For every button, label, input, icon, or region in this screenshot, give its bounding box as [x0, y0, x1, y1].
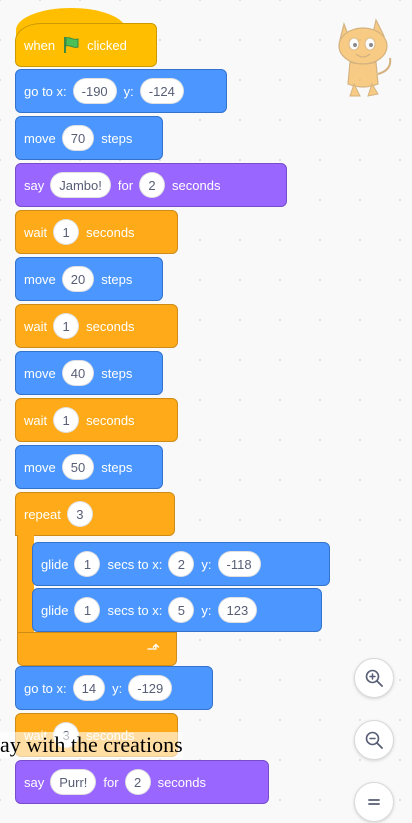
zoom-in-icon	[365, 669, 383, 687]
zoom-reset-button[interactable]	[354, 782, 394, 822]
zoom-in-button[interactable]	[354, 658, 394, 698]
glide-to-xy-block[interactable]: glide 1 secs to x: 2 y: -118	[32, 542, 330, 586]
when-flag-clicked-block[interactable]: when clicked	[15, 8, 157, 67]
for-label: for	[117, 177, 134, 193]
y-label: y:	[201, 602, 212, 618]
go-to-label: go to x:	[24, 83, 67, 99]
seconds-label: seconds	[86, 318, 135, 334]
move-label: move	[24, 271, 56, 287]
wait-label: wait	[24, 412, 48, 428]
for-label: for	[103, 774, 119, 790]
seconds-label: seconds	[86, 412, 135, 428]
go-to-xy-block[interactable]: go to x: 14 y: -129	[15, 666, 213, 710]
wait-label: wait	[24, 224, 48, 240]
x-input[interactable]: 14	[72, 675, 106, 701]
repeat-block[interactable]: repeat 3	[15, 492, 175, 536]
repeat-label: repeat	[24, 506, 61, 522]
move-label: move	[24, 365, 56, 381]
secs-input[interactable]: 2	[124, 769, 151, 795]
x-input[interactable]: -190	[72, 78, 117, 104]
glide-secs-input[interactable]: 1	[74, 551, 101, 577]
when-label: when	[24, 37, 56, 53]
secs-input[interactable]: 2	[139, 172, 166, 198]
secs-to-x-label: secs to x:	[107, 602, 163, 618]
secs-to-x-label: secs to x:	[107, 556, 163, 572]
message-input[interactable]: Jambo!	[50, 172, 111, 198]
zoom-out-button[interactable]	[354, 720, 394, 760]
say-for-secs-block[interactable]: say Purr! for 2 seconds	[15, 760, 269, 804]
go-to-label: go to x:	[24, 680, 67, 696]
seconds-label: seconds	[157, 774, 206, 790]
zoom-reset-icon	[368, 799, 380, 805]
y-input[interactable]: -129	[128, 675, 173, 701]
y-input[interactable]: -124	[139, 78, 184, 104]
glide-label: glide	[41, 556, 69, 572]
y-label: y:	[112, 680, 123, 696]
green-flag-icon	[64, 37, 79, 53]
say-label: say	[24, 177, 45, 193]
move-steps-block[interactable]: move 70 steps	[15, 116, 163, 160]
loop-arrow-icon: ⬏	[146, 641, 160, 658]
wait-input[interactable]: 1	[53, 313, 80, 339]
steps-input[interactable]: 40	[61, 360, 95, 386]
move-steps-block[interactable]: move 40 steps	[15, 351, 163, 395]
repeat-count-input[interactable]: 3	[66, 501, 93, 527]
steps-label: steps	[101, 271, 133, 287]
go-to-xy-block[interactable]: go to x: -190 y: -124	[15, 69, 227, 113]
move-steps-block[interactable]: move 20 steps	[15, 257, 163, 301]
move-label: move	[24, 459, 56, 475]
seconds-label: seconds	[86, 224, 135, 240]
wait-input[interactable]: 1	[53, 219, 80, 245]
steps-input[interactable]: 70	[61, 125, 95, 151]
glide-secs-input[interactable]: 1	[74, 597, 101, 623]
glide-label: glide	[41, 602, 69, 618]
say-label: say	[24, 774, 45, 790]
zoom-out-icon	[365, 731, 383, 749]
move-steps-block[interactable]: move 50 steps	[15, 445, 163, 489]
glide-to-xy-block[interactable]: glide 1 secs to x: 5 y: 123	[32, 588, 322, 632]
wait-label: wait	[24, 318, 48, 334]
steps-input[interactable]: 20	[61, 266, 95, 292]
wait-input[interactable]: 1	[53, 407, 80, 433]
cat-sprite-icon[interactable]	[330, 14, 396, 100]
wait-block[interactable]: wait 1 seconds	[15, 304, 178, 348]
steps-label: steps	[101, 459, 133, 475]
code-area[interactable]: when clicked go to x: -190 y: -124 move …	[0, 0, 412, 823]
wait-block[interactable]: wait 1 seconds	[15, 398, 178, 442]
y-label: y:	[201, 556, 212, 572]
repeat-c-bottom: ⬏	[17, 632, 177, 666]
x-input[interactable]: 2	[168, 551, 195, 577]
y-input[interactable]: -118	[217, 551, 261, 577]
steps-label: steps	[101, 130, 133, 146]
wait-block[interactable]: wait 1 seconds	[15, 210, 178, 254]
move-label: move	[24, 130, 56, 146]
steps-input[interactable]: 50	[61, 454, 95, 480]
x-input[interactable]: 5	[168, 597, 195, 623]
seconds-label: seconds	[172, 177, 221, 193]
overlay-caption: ay with the creations	[0, 732, 183, 758]
y-label: y:	[123, 83, 134, 99]
clicked-label: clicked	[87, 37, 127, 53]
message-input[interactable]: Purr!	[50, 769, 97, 795]
y-input[interactable]: 123	[217, 597, 258, 623]
steps-label: steps	[101, 365, 133, 381]
say-for-secs-block[interactable]: say Jambo! for 2 seconds	[15, 163, 287, 207]
